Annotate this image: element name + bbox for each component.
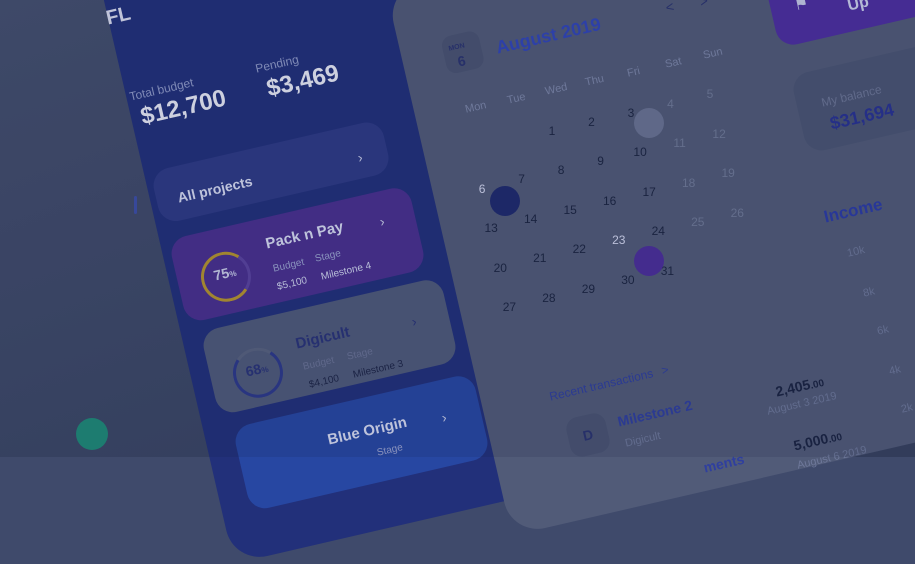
calendar-day[interactable]: 25 xyxy=(683,215,713,229)
calendar-day[interactable]: 24 xyxy=(643,224,673,238)
calendar-day[interactable]: 12 xyxy=(704,127,734,141)
calendar-day[interactable]: 29 xyxy=(573,282,603,296)
calendar-day[interactable]: 11 xyxy=(665,136,695,150)
income-tick: 6k xyxy=(876,323,891,338)
calendar-day[interactable]: 27 xyxy=(494,300,524,314)
calendar-day[interactable]: 22 xyxy=(564,242,594,256)
calendar-day[interactable]: 17 xyxy=(634,185,664,199)
calendar-day[interactable]: 15 xyxy=(555,203,585,217)
calendar-day[interactable]: 5 xyxy=(695,87,725,101)
calendar-day[interactable]: 18 xyxy=(674,176,704,190)
calendar-day[interactable]: 1 xyxy=(537,124,567,138)
calendar-day[interactable]: 23 xyxy=(604,233,634,247)
calendar-day[interactable]: 8 xyxy=(546,163,576,177)
calendar-day[interactable]: 2 xyxy=(577,115,607,129)
status-dot xyxy=(76,418,108,450)
calendar-day[interactable]: 19 xyxy=(713,166,743,180)
calendar-day[interactable]: 28 xyxy=(534,291,564,305)
calendar-day[interactable]: 7 xyxy=(507,172,537,186)
income-tick: 2k xyxy=(900,401,915,416)
calendar-day[interactable]: 26 xyxy=(722,206,752,220)
day-highlight-today xyxy=(634,108,664,138)
calendar-day[interactable]: 14 xyxy=(516,212,546,226)
day-selected xyxy=(490,186,520,216)
day-selected-event xyxy=(634,246,664,276)
calendar-day[interactable]: 9 xyxy=(586,154,616,168)
calendar-day[interactable]: 4 xyxy=(656,97,686,111)
calendar-day[interactable]: 16 xyxy=(595,194,625,208)
progress-percent: 75 xyxy=(212,264,231,284)
calendar-day[interactable]: 20 xyxy=(485,261,515,275)
income-tick: 4k xyxy=(888,363,903,378)
calendar-day[interactable]: 30 xyxy=(613,273,643,287)
calendar-day[interactable]: 21 xyxy=(525,251,555,265)
calendar-day[interactable]: 13 xyxy=(476,221,506,235)
calendar-day[interactable]: 10 xyxy=(625,145,655,159)
scroll-indicator xyxy=(134,196,137,214)
income-tick: 8k xyxy=(862,285,877,300)
progress-percent: 68 xyxy=(244,360,263,380)
